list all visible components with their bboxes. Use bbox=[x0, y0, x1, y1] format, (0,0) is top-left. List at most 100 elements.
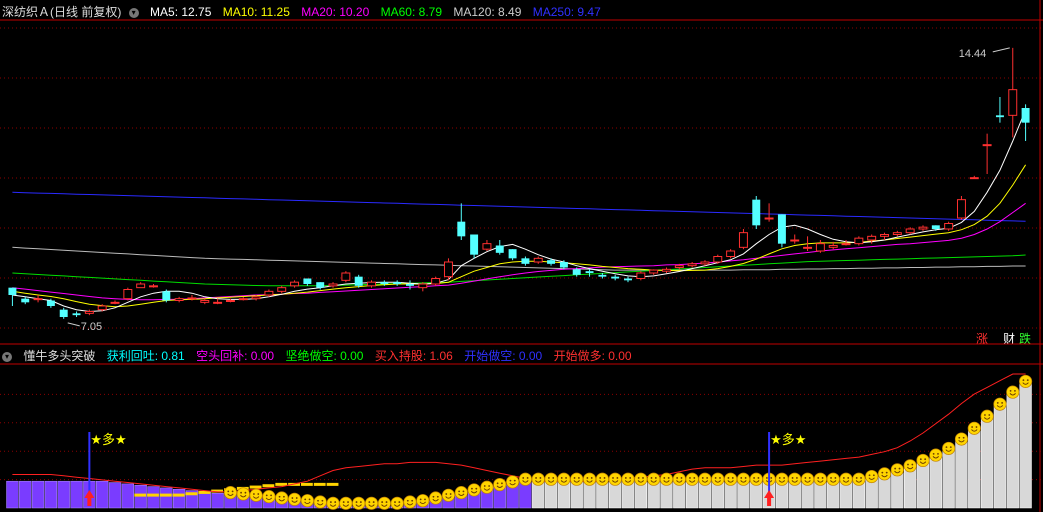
smiley-icon bbox=[352, 496, 366, 510]
smiley-eye bbox=[265, 494, 268, 497]
candle-body-up bbox=[815, 243, 825, 252]
candle-body-up bbox=[841, 243, 851, 246]
candle-body-up bbox=[213, 301, 223, 304]
smiley-icon bbox=[993, 397, 1007, 411]
smiley-icon bbox=[377, 496, 391, 510]
candle-body-down bbox=[598, 274, 607, 277]
smiley-icon bbox=[1019, 374, 1033, 388]
smiley-eye bbox=[945, 446, 948, 449]
ma120-line bbox=[12, 246, 1026, 271]
indicator-bar-white bbox=[891, 471, 904, 509]
candle-body-up bbox=[431, 278, 441, 285]
smiley-eye bbox=[714, 477, 717, 479]
candle-body-down bbox=[354, 276, 363, 286]
smiley-eye bbox=[381, 501, 384, 503]
indicator-bar-violet bbox=[172, 488, 186, 509]
indicator-yellow-dash bbox=[326, 482, 339, 486]
smiley-icon bbox=[865, 469, 879, 484]
candle-body-down bbox=[162, 291, 171, 301]
high-price-label: 14.44 bbox=[959, 48, 987, 60]
smiley-eye bbox=[881, 471, 884, 474]
smiley-eye bbox=[907, 463, 909, 466]
smiley-eye bbox=[637, 477, 640, 479]
candle-body-down bbox=[457, 221, 466, 237]
smiley-eye bbox=[821, 477, 824, 479]
candle-body-up bbox=[662, 268, 671, 272]
smiley-eye bbox=[937, 452, 939, 455]
chart-canvas[interactable]: 14.44 7.05 ★多★ ★多★ bbox=[0, 0, 1043, 512]
smiley-eye bbox=[257, 493, 260, 495]
smiley-eye bbox=[770, 477, 773, 479]
candle-body-down bbox=[380, 282, 389, 284]
smiley-eye bbox=[744, 477, 747, 479]
indicator-bar-violet bbox=[211, 493, 224, 509]
candle-body-up bbox=[636, 272, 646, 279]
smiley-eye bbox=[693, 477, 696, 479]
smiley-icon bbox=[647, 472, 661, 486]
smiley-eye bbox=[932, 452, 935, 455]
indicator-bar-violet bbox=[44, 480, 58, 509]
smiley-icon bbox=[852, 472, 866, 486]
smiley-icon bbox=[557, 472, 571, 486]
candle-body-down bbox=[521, 258, 530, 264]
smiley-icon bbox=[775, 472, 789, 486]
smiley-icon bbox=[236, 487, 250, 501]
smiley-eye bbox=[565, 477, 567, 479]
smiley-icon bbox=[544, 472, 558, 486]
smiley-eye bbox=[496, 482, 499, 485]
smiley-eye bbox=[898, 467, 901, 470]
candle-body-down bbox=[611, 276, 620, 279]
smiley-eye bbox=[753, 477, 755, 479]
smiley-icon bbox=[685, 472, 699, 486]
smiley-icon bbox=[313, 495, 327, 509]
indicator-bar-white bbox=[878, 475, 891, 509]
smiley-eye bbox=[526, 477, 529, 479]
smiley-icon bbox=[634, 472, 648, 486]
smiley-eye bbox=[689, 477, 691, 479]
smiley-icon bbox=[711, 472, 725, 486]
ma10-line bbox=[12, 164, 1027, 308]
smiley-eye bbox=[817, 477, 820, 479]
smiley-eye bbox=[458, 490, 461, 493]
candle-body-down bbox=[8, 287, 17, 295]
candle-body-up bbox=[264, 290, 274, 296]
smiley-eye bbox=[706, 477, 709, 479]
smiley-icon bbox=[467, 483, 481, 497]
candle-body-up bbox=[892, 232, 902, 236]
indicator-bar-white bbox=[993, 405, 1007, 509]
smiley-icon bbox=[582, 472, 597, 486]
candle-body-down bbox=[547, 260, 556, 264]
candle-body-up bbox=[764, 217, 774, 220]
smiley-eye bbox=[291, 497, 294, 499]
smiley-eye bbox=[488, 485, 491, 487]
indicator-bar-violet bbox=[96, 480, 109, 509]
smiley-eye bbox=[996, 402, 999, 404]
smiley-eye bbox=[424, 498, 426, 501]
signal-star-duo-label: ★多★ bbox=[770, 432, 806, 448]
smiley-eye bbox=[449, 493, 452, 495]
smiley-eye bbox=[385, 501, 388, 503]
smiley-eye bbox=[295, 497, 298, 499]
smiley-eye bbox=[462, 490, 465, 493]
smiley-eye bbox=[650, 477, 653, 479]
smiley-eye bbox=[304, 498, 307, 501]
smiley-eye bbox=[791, 477, 794, 479]
smiley-icon bbox=[736, 472, 750, 486]
indicator-bar-white bbox=[942, 450, 955, 509]
candle-body-up bbox=[238, 298, 248, 301]
candle-body-up bbox=[418, 283, 428, 289]
smiley-icon bbox=[1006, 385, 1020, 399]
smiley-eye bbox=[612, 477, 614, 479]
smiley-icon bbox=[608, 472, 622, 486]
indicator-yellow-dash bbox=[159, 493, 172, 497]
candle-body-up bbox=[277, 287, 287, 292]
smiley-eye bbox=[719, 477, 721, 479]
indicator-yellow-dash bbox=[172, 493, 185, 497]
smiley-eye bbox=[783, 477, 785, 479]
indicator-bar-white bbox=[1006, 393, 1019, 509]
low-price-pointer bbox=[67, 322, 80, 327]
candle-body-down bbox=[46, 300, 55, 306]
candle-body-up bbox=[225, 300, 235, 302]
smiley-eye bbox=[321, 499, 324, 502]
smiley-eye bbox=[355, 501, 358, 503]
